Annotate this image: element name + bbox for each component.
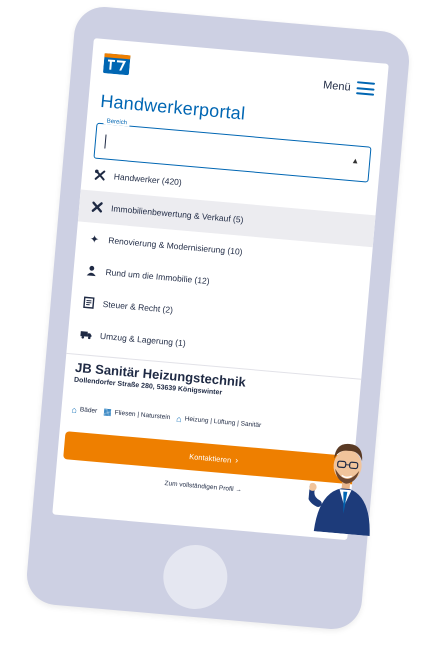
category-option-label: Immobilienbewertung & Verkauf (5) [110,203,244,225]
mascot-illustration [307,443,370,537]
category-option-label: Rund um die Immobilie (12) [105,267,211,287]
tag-label: Fliesen | Naturstein [114,409,171,422]
category-option-label: Renovierung & Modernisierung (10) [107,235,243,257]
truck-icon [80,328,93,341]
sparkle-icon: ✦ [89,233,100,246]
bank-logo-icon [103,53,131,76]
category-options-list: Handwerker (420) Immobilienbewertung & V… [67,158,379,375]
menu-label: Menü [322,78,352,94]
tag: ⌂ Bäder [71,404,98,416]
text-cursor [104,134,107,149]
category-option-label: Steuer & Recht (2) [102,298,174,316]
category-option-label: Umzug & Lagerung (1) [99,330,187,349]
person-house-icon [85,264,98,277]
tools-icon [93,169,106,182]
tiles-icon: ▦ [102,406,113,418]
hamburger-icon [356,81,376,96]
menu-button[interactable]: Menü [322,78,376,96]
chevron-up-icon[interactable]: ▲ [351,156,360,166]
phone-mockup: Menü Handwerkerportal Bereich ▲ Handwerk… [24,4,412,632]
tag: ⌂ Heizung | Lüftung | Sanitär [176,413,262,430]
category-option-label: Handwerker (420) [113,171,183,188]
crossed-tools-icon [91,201,104,214]
contact-button-label: Kontaktieren [188,451,232,465]
company-tags: ⌂ Bäder ▦ Fliesen | Naturstein ⌂ Heizung… [71,404,262,432]
chevron-right-icon: › [234,455,239,466]
house-icon: ⌂ [71,404,78,415]
tag: ▦ Fliesen | Naturstein [103,406,171,423]
field-label: Bereich [103,118,131,127]
tag-label: Heizung | Lüftung | Sanitär [184,415,262,430]
heater-icon: ⌂ [175,413,183,424]
document-icon [82,296,95,309]
tag-label: Bäder [79,406,98,415]
